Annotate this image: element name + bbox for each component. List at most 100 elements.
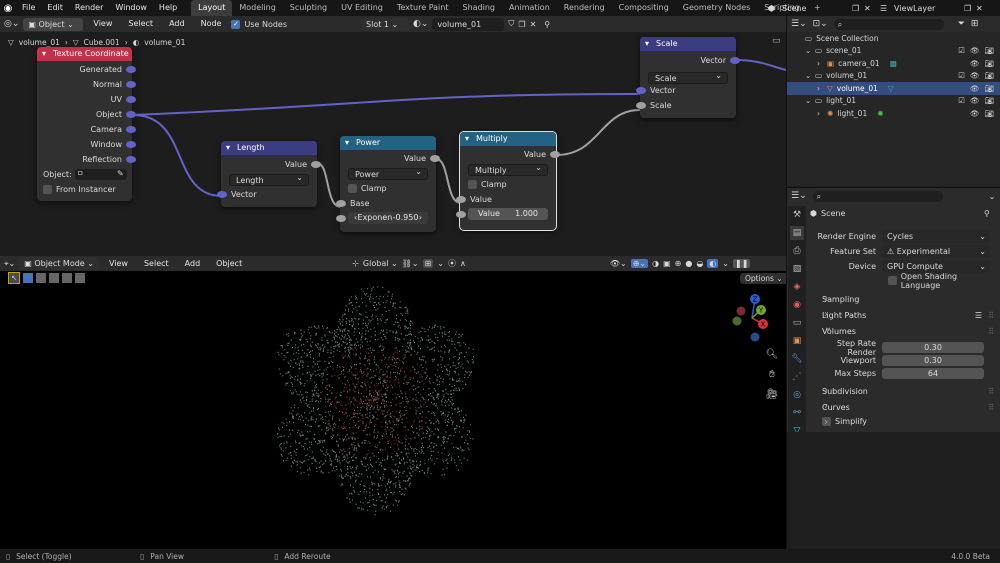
power-clamp-row[interactable]: Clamp xyxy=(340,181,436,196)
object-tab-icon[interactable]: ▣ xyxy=(790,334,804,348)
power-node[interactable]: Power Value Power Clamp Base ‹ Exponen -… xyxy=(336,136,440,232)
power-op-dropdown[interactable]: Power xyxy=(348,166,428,180)
multiply-output-socket[interactable] xyxy=(550,151,560,158)
socket-window[interactable] xyxy=(126,141,136,148)
copy-scene-icon[interactable]: ❐ xyxy=(852,4,864,13)
view-layer-tab-icon[interactable]: ▧ xyxy=(790,262,804,276)
feature-set-dropdown[interactable]: ⚠ Experimental ⌄ xyxy=(882,245,990,258)
expand-arrow-icon[interactable]: › xyxy=(817,59,827,68)
select-mode-invert-icon[interactable] xyxy=(62,273,72,283)
socket-normal[interactable] xyxy=(126,81,136,88)
power-clamp-checkbox[interactable] xyxy=(348,184,357,193)
pause-render-icon[interactable]: ❚❚ xyxy=(733,259,751,268)
length-output-socket[interactable] xyxy=(311,161,321,168)
simplify-checkbox[interactable] xyxy=(822,417,831,426)
zoom-icon[interactable]: 🔍︎ xyxy=(764,345,780,365)
drag-handle-icon[interactable]: ⠿ xyxy=(988,403,994,412)
power-exponent-field[interactable]: ‹ Exponen -0.950 › xyxy=(348,212,428,224)
render-engine-dropdown[interactable]: Cycles ⌄ xyxy=(882,230,990,243)
power-output-socket[interactable] xyxy=(430,155,440,162)
xray-icon[interactable]: ▣ xyxy=(663,259,671,268)
select-mode-intersect-icon[interactable] xyxy=(75,273,85,283)
length-op-dropdown[interactable]: Length xyxy=(229,172,309,186)
camera-icon[interactable]: 📷︎ xyxy=(984,109,994,118)
copy-view-layer-icon[interactable]: ❐ xyxy=(964,4,976,13)
camera-icon[interactable]: 📷︎ xyxy=(984,96,994,105)
expand-arrow-icon[interactable]: › xyxy=(817,109,827,118)
pan-hand-icon[interactable]: ✋︎ xyxy=(764,365,780,385)
viewport-menu-select[interactable]: Select xyxy=(138,256,175,272)
outliner-row-camera01[interactable]: › ▣ camera_01 ▩ 👁︎ 📷︎ xyxy=(787,57,1000,70)
expand-arrow-icon[interactable]: ⌄ xyxy=(805,96,815,105)
gizmo-neg-z-ball[interactable] xyxy=(750,332,760,342)
gizmo-toggle-icon[interactable]: ⊕⌄ xyxy=(630,259,649,268)
falloff-icon[interactable]: ∧ xyxy=(460,259,466,268)
eye-icon[interactable]: 👁︎ xyxy=(970,59,980,68)
gizmo-neg-y-ball[interactable] xyxy=(732,316,742,326)
multiply-value-field[interactable]: Value 1.000 xyxy=(468,208,548,220)
shading-wire-icon[interactable]: ⊕ xyxy=(675,259,682,268)
eyedropper-icon[interactable]: ✎ xyxy=(117,166,124,181)
multiply-value-socket[interactable] xyxy=(456,211,466,218)
visibility-icon[interactable]: 👁⌄ xyxy=(610,259,627,268)
eye-icon[interactable]: 👁︎ xyxy=(970,109,980,118)
viewport-editor-type-icon[interactable]: ⌖⌄ xyxy=(4,259,15,269)
select-mode-subtract-icon[interactable] xyxy=(49,273,59,283)
collection-tab-icon[interactable]: ▭ xyxy=(790,316,804,330)
expand-arrow-icon[interactable]: ⌄ xyxy=(805,46,815,55)
step-rate-render-field[interactable]: 0.30 xyxy=(882,342,984,353)
expand-arrow-icon[interactable]: › xyxy=(817,84,827,93)
subdivision-panel-header[interactable]: Subdivision ⠿ xyxy=(806,383,996,399)
render-tab-icon[interactable]: ▤ xyxy=(790,226,804,240)
viewport-step-field[interactable]: 0.30 xyxy=(882,355,984,366)
tool-tab-icon[interactable]: ⚒ xyxy=(790,208,804,222)
checkbox-icon[interactable]: ☑ xyxy=(958,96,965,105)
eye-icon[interactable]: 👁︎ xyxy=(970,71,980,80)
sampling-panel-header[interactable]: Sampling xyxy=(806,291,996,307)
socket-reflection[interactable] xyxy=(126,156,136,163)
multiply-op-dropdown[interactable]: Multiply xyxy=(468,162,548,176)
pivot-icon[interactable]: ⛓⌄ xyxy=(402,259,419,268)
osl-row[interactable]: Open Shading Language xyxy=(806,272,996,290)
delete-scene-icon[interactable]: ✕ xyxy=(864,4,880,13)
physics-tab-icon[interactable]: ◎ xyxy=(790,388,804,402)
scene-name[interactable]: Scene xyxy=(782,4,852,13)
scale-node[interactable]: Scale Vector Scale Vector Scale xyxy=(636,37,740,118)
max-steps-field[interactable]: 64 xyxy=(882,368,984,379)
socket-generated[interactable] xyxy=(126,66,136,73)
shading-material-icon[interactable]: ◒ xyxy=(696,259,703,268)
camera-icon[interactable]: 📷︎ xyxy=(984,59,994,68)
proportional-edit-icon[interactable]: ⦿ xyxy=(448,258,456,269)
world-tab-icon[interactable]: ◉ xyxy=(790,298,804,312)
snap-icon[interactable]: ⊞ xyxy=(422,259,434,268)
outliner-editor-icon[interactable]: ☰⌄ xyxy=(791,19,807,29)
properties-search-field[interactable]: ⌕ xyxy=(812,190,943,202)
outliner-row-volume01-object[interactable]: › ▽ volume_01 ▽ 👁︎ 📷︎ xyxy=(787,82,1000,95)
from-instancer-row[interactable]: From Instancer xyxy=(37,182,132,197)
outliner-row-scene01[interactable]: ⌄ ▭ scene_01 ☑ 👁︎ 📷︎ xyxy=(787,45,1000,58)
outliner-row-volume01-collection[interactable]: ⌄ ▭ volume_01 ☑ 👁︎ 📷︎ xyxy=(787,70,1000,83)
pin-context-icon[interactable]: ⚲ xyxy=(984,209,990,218)
output-tab-icon[interactable]: ⎙ xyxy=(790,244,804,258)
multiply-clamp-checkbox[interactable] xyxy=(468,180,477,189)
increment-arrow-icon[interactable]: › xyxy=(419,212,422,224)
delete-view-layer-icon[interactable]: ✕ xyxy=(976,4,986,13)
camera-icon[interactable]: 📷︎ xyxy=(984,46,994,55)
shading-options-icon[interactable]: ⌄ xyxy=(722,259,729,268)
viewport-menu-add[interactable]: Add xyxy=(179,256,207,272)
length-node[interactable]: Length Value Length Vector xyxy=(217,141,321,207)
viewport-menu-object[interactable]: Object xyxy=(210,256,248,272)
texture-coordinate-node[interactable]: Texture Coordinate Generated Normal UV O… xyxy=(37,47,136,201)
object-mode-selector[interactable]: ▣ Object Mode ⌄ xyxy=(19,257,99,270)
eye-icon[interactable]: 👁︎ xyxy=(970,46,980,55)
osl-checkbox[interactable] xyxy=(888,276,897,285)
properties-editor-icon[interactable]: ☰⌄ xyxy=(791,191,807,201)
outliner-row-light01-collection[interactable]: ⌄ ▭ light_01 ☑ 👁︎ 📷︎ xyxy=(787,95,1000,108)
light-paths-panel-header[interactable]: Light Paths ☰ ⠿ xyxy=(806,307,996,323)
scene-collection-row[interactable]: ▭ Scene Collection xyxy=(787,32,1000,45)
camera-icon[interactable]: 📷︎ xyxy=(984,71,994,80)
particles-tab-icon[interactable]: ⋰ xyxy=(790,370,804,384)
power-exponent-socket[interactable] xyxy=(336,215,346,222)
power-base-socket[interactable] xyxy=(336,200,346,207)
socket-object[interactable] xyxy=(126,111,136,118)
